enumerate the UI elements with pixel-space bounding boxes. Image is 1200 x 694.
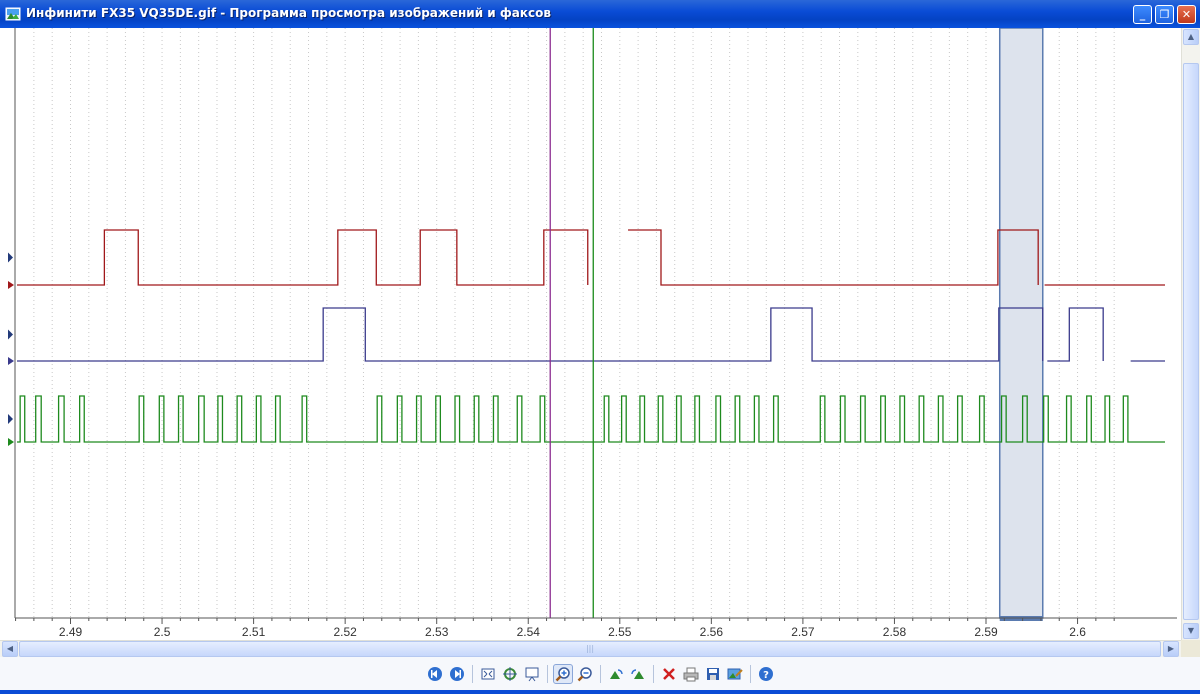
horizontal-scrollbar[interactable]: ◀ ||| ▶	[0, 640, 1181, 658]
rotate-counterclockwise-button[interactable]	[628, 664, 648, 684]
scroll-left-button[interactable]: ◀	[2, 641, 18, 657]
restore-icon: ❐	[1159, 8, 1170, 21]
help-button[interactable]: ?	[756, 664, 776, 684]
oscilloscope-image: 2.49 2.5 2.51 2.52 2.53 2.54 2.55 2.56 2.57 2.58 2…	[8, 28, 1177, 639]
x-tick-label: 2.55	[608, 625, 632, 639]
slideshow-button[interactable]	[522, 664, 542, 684]
chevron-down-icon: ▼	[1187, 626, 1195, 635]
x-tick-label: 2.57	[791, 625, 815, 639]
next-image-icon	[450, 667, 464, 681]
toolbar-separator	[547, 665, 548, 683]
traces	[17, 229, 1165, 443]
viewer-toolbar: ?	[425, 662, 776, 686]
window-title: Инфинити FX35 VQ35DE.gif - Программа про…	[26, 6, 551, 20]
horizontal-scroll-thumb[interactable]: |||	[19, 641, 1161, 657]
grid	[14, 28, 1115, 618]
zoom-in-icon	[555, 667, 570, 682]
next-image-button[interactable]	[447, 664, 467, 684]
x-tick-label: 2.59	[974, 625, 998, 639]
actual-size-icon	[503, 667, 517, 681]
channel-green-level-marker	[8, 414, 13, 424]
previous-image-button[interactable]	[425, 664, 445, 684]
channel-red-level-marker	[8, 252, 13, 263]
chevron-left-icon: ◀	[6, 644, 14, 653]
close-icon: ✕	[1181, 8, 1192, 21]
restore-button[interactable]: ❐	[1155, 5, 1174, 24]
zoom-out-button[interactable]	[575, 664, 595, 684]
x-axis: 2.49 2.5 2.51 2.52 2.53 2.54 2.55 2.56 2.57 2.58 2…	[15, 617, 1177, 639]
minimize-button[interactable]: _	[1133, 5, 1152, 24]
scroll-corner	[1181, 640, 1200, 657]
print-button[interactable]	[681, 664, 701, 684]
trace-red	[17, 229, 1165, 286]
rotate-counterclockwise-icon	[631, 669, 644, 679]
grip-icon: |||	[585, 644, 595, 653]
zoom-in-button[interactable]	[553, 664, 573, 684]
scroll-up-button[interactable]: ▲	[1183, 29, 1199, 45]
window-bottom-border	[0, 690, 1200, 694]
actual-size-button[interactable]	[500, 664, 520, 684]
x-tick-label: 2.52	[333, 625, 357, 639]
x-tick-label: 2.49	[59, 625, 83, 639]
svg-text:?: ?	[763, 670, 769, 681]
x-tick-label: 2.58	[883, 625, 907, 639]
x-tick-label: 2.51	[242, 625, 266, 639]
toolbar-separator	[750, 665, 751, 683]
delete-button[interactable]	[659, 664, 679, 684]
chevron-right-icon: ▶	[1167, 644, 1175, 653]
minimize-icon: _	[1139, 8, 1146, 21]
best-fit-button[interactable]	[478, 664, 498, 684]
scroll-down-button[interactable]: ▼	[1183, 623, 1199, 639]
toolbar-separator	[653, 665, 654, 683]
best-fit-icon	[481, 668, 495, 680]
channel-markers	[8, 252, 14, 446]
cursors[interactable]	[549, 28, 594, 618]
edit-icon	[727, 668, 743, 680]
close-button[interactable]: ✕	[1177, 5, 1196, 24]
vertical-scroll-thumb[interactable]	[1183, 63, 1199, 620]
save-icon	[707, 668, 719, 680]
x-tick-label: 2.56	[700, 625, 724, 639]
channel-blue-level-marker	[8, 329, 13, 340]
image-viewer-icon	[5, 7, 21, 21]
zoom-out-icon	[577, 667, 592, 682]
toolbar-separator	[472, 665, 473, 683]
slideshow-icon	[525, 667, 539, 682]
help-icon: ?	[759, 667, 773, 681]
x-tick-label: 2.54	[517, 625, 541, 639]
x-tick-label: 2.6	[1069, 625, 1086, 639]
trace-blue	[17, 307, 1165, 362]
x-tick-label: 2.53	[425, 625, 449, 639]
save-button[interactable]	[703, 664, 723, 684]
toolbar-separator	[600, 665, 601, 683]
x-tick-label: 2.5	[154, 625, 171, 639]
title-bar[interactable]: Инфинити FX35 VQ35DE.gif - Программа про…	[0, 0, 1200, 28]
channel-blue-marker	[8, 357, 14, 365]
channel-red-marker	[8, 281, 14, 289]
channel-green-marker	[8, 438, 14, 446]
rotate-clockwise-button[interactable]	[606, 664, 626, 684]
trace-green	[17, 395, 1165, 443]
delete-icon	[663, 668, 675, 680]
edit-button[interactable]	[725, 664, 745, 684]
selection-band[interactable]	[998, 28, 1044, 619]
chevron-up-icon: ▲	[1187, 32, 1195, 41]
viewer-toolbar-area: ?	[0, 657, 1200, 690]
previous-image-icon	[428, 667, 442, 681]
selection-region[interactable]	[998, 28, 1044, 621]
scroll-right-button[interactable]: ▶	[1163, 641, 1179, 657]
rotate-clockwise-icon	[610, 669, 623, 679]
vertical-scrollbar[interactable]: ▲ ▼	[1181, 28, 1200, 640]
print-icon	[683, 667, 699, 682]
